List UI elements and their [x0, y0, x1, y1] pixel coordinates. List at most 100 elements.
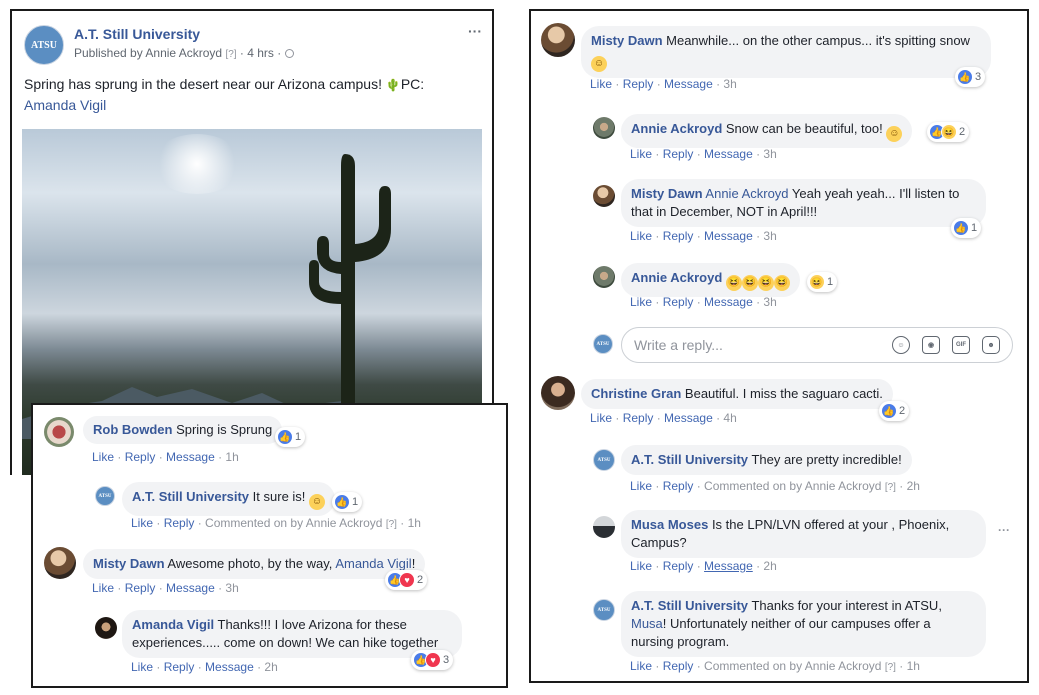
like-link[interactable]: Like — [92, 581, 114, 595]
like-link[interactable]: Like — [630, 295, 652, 309]
reply-link[interactable]: Reply — [663, 147, 694, 161]
reaction-count[interactable]: 👍 2 — [879, 401, 910, 421]
like-link[interactable]: Like — [630, 147, 652, 161]
like-link[interactable]: Like — [630, 559, 652, 573]
reply-link[interactable]: Reply — [663, 559, 694, 573]
reaction-count[interactable]: 👍 1 — [275, 427, 306, 447]
like-link[interactable]: Like — [630, 229, 652, 243]
photographer-link[interactable]: Amanda Vigil — [24, 97, 106, 113]
reply-input[interactable]: Write a reply... ☺ ◉ GIF ☻ — [621, 327, 1013, 363]
like-link[interactable]: Like — [92, 450, 114, 464]
page-name[interactable]: A.T. Still University — [74, 26, 200, 42]
commenter-name[interactable]: Rob Bowden — [93, 422, 172, 437]
commenter-name[interactable]: A.T. Still University — [132, 489, 249, 504]
emoji-picker-icon[interactable]: ☺ — [892, 336, 910, 354]
reply-link[interactable]: Reply — [623, 411, 654, 425]
reaction-count[interactable]: 😆 1 — [807, 272, 838, 292]
message-link[interactable]: Message — [166, 581, 215, 595]
comment-time[interactable]: 3h — [763, 229, 776, 243]
avatar[interactable] — [593, 117, 615, 139]
reaction-count[interactable]: 👍 ♥ 2 — [385, 570, 428, 590]
help-marker[interactable]: [?] — [386, 519, 397, 530]
avatar[interactable]: ATSU — [95, 486, 115, 506]
commenter-name[interactable]: Musa Moses — [631, 517, 708, 532]
reaction-number: 1 — [295, 431, 302, 443]
comment-time[interactable]: 3h — [723, 77, 736, 91]
reaction-count[interactable]: 👍 ♥ 3 — [411, 650, 454, 670]
reaction-count[interactable]: 👍 😆 2 — [927, 122, 970, 142]
comment-time[interactable]: 3h — [763, 147, 776, 161]
comment-time[interactable]: 2h — [264, 660, 277, 674]
mention-link[interactable]: Musa — [631, 616, 663, 631]
page-avatar[interactable]: ATSU — [24, 25, 64, 65]
comment-time[interactable]: 2h — [763, 559, 776, 573]
commenter-name[interactable]: Annie Ackroyd — [631, 121, 722, 136]
avatar[interactable] — [541, 376, 575, 410]
reply-link[interactable]: Reply — [164, 516, 195, 530]
reply-link[interactable]: Reply — [663, 479, 694, 493]
commenter-name[interactable]: A.T. Still University — [631, 452, 748, 467]
reply-link[interactable]: Reply — [164, 660, 195, 674]
avatar[interactable] — [44, 417, 74, 447]
mention-link[interactable]: Amanda Vigil — [335, 556, 411, 571]
reply-link[interactable]: Reply — [663, 229, 694, 243]
message-link[interactable]: Message — [205, 660, 254, 674]
like-link[interactable]: Like — [131, 516, 153, 530]
commenter-name[interactable]: Christine Gran — [591, 386, 681, 401]
like-link[interactable]: Like — [630, 479, 652, 493]
comment-time[interactable]: 3h — [225, 581, 238, 595]
comment-time[interactable]: 1h — [225, 450, 238, 464]
comment-time[interactable]: 1h — [907, 659, 920, 673]
message-link[interactable]: Message — [166, 450, 215, 464]
like-link[interactable]: Like — [630, 659, 652, 673]
message-link[interactable]: Message — [704, 147, 753, 161]
reply-link[interactable]: Reply — [125, 450, 156, 464]
gif-icon[interactable]: GIF — [952, 336, 970, 354]
mention-link[interactable]: Annie Ackroyd — [705, 186, 788, 201]
message-link[interactable]: Message — [664, 77, 713, 91]
reaction-count[interactable]: 👍 1 — [951, 218, 982, 238]
post-options-button[interactable]: ··· — [468, 23, 482, 39]
reaction-count[interactable]: 👍 3 — [955, 67, 986, 87]
avatar[interactable]: ATSU — [593, 599, 615, 621]
message-link[interactable]: Message — [704, 229, 753, 243]
comment-time[interactable]: 2h — [907, 479, 920, 493]
avatar[interactable] — [593, 266, 615, 288]
reply-link[interactable]: Reply — [663, 659, 694, 673]
reply-link[interactable]: Reply — [623, 77, 654, 91]
message-link[interactable]: Message — [704, 295, 753, 309]
commenter-name[interactable]: Misty Dawn — [93, 556, 165, 571]
message-link[interactable]: Message — [704, 559, 753, 573]
like-link[interactable]: Like — [590, 411, 612, 425]
publisher[interactable]: Published by Annie Ackroyd — [74, 46, 222, 60]
commenter-name[interactable]: Amanda Vigil — [132, 617, 214, 632]
sticker-icon[interactable]: ☻ — [982, 336, 1000, 354]
message-link[interactable]: Message — [664, 411, 713, 425]
commenter-name[interactable]: Annie Ackroyd — [631, 270, 722, 285]
avatar[interactable] — [44, 547, 76, 579]
reply-link[interactable]: Reply — [663, 295, 694, 309]
help-marker[interactable]: [?] — [885, 662, 896, 673]
like-link[interactable]: Like — [590, 77, 612, 91]
avatar[interactable] — [593, 516, 615, 538]
commenter-name[interactable]: Misty Dawn — [591, 33, 663, 48]
commenter-name[interactable]: Misty Dawn — [631, 186, 703, 201]
left-comments-panel: Rob Bowden Spring is Sprung 👍 1 Like · Re… — [31, 403, 508, 688]
avatar[interactable]: ATSU — [593, 449, 615, 471]
comment-time[interactable]: 3h — [763, 295, 776, 309]
comment-time[interactable]: 4h — [723, 411, 736, 425]
avatar[interactable] — [541, 23, 575, 57]
reply-link[interactable]: Reply — [125, 581, 156, 595]
post-time[interactable]: · 4 hrs · — [240, 46, 281, 60]
camera-icon[interactable]: ◉ — [922, 336, 940, 354]
commented-by: Commented on by Annie Ackroyd — [704, 659, 882, 673]
help-marker[interactable]: [?] — [885, 482, 896, 493]
like-link[interactable]: Like — [131, 660, 153, 674]
avatar[interactable] — [95, 617, 117, 639]
comment-time[interactable]: 1h — [408, 516, 421, 530]
help-marker[interactable]: [?] — [225, 49, 236, 60]
reaction-count[interactable]: 👍 1 — [332, 492, 363, 512]
comment-options-button[interactable]: ··· — [998, 523, 1010, 537]
avatar[interactable] — [593, 185, 615, 207]
commenter-name[interactable]: A.T. Still University — [631, 598, 748, 613]
